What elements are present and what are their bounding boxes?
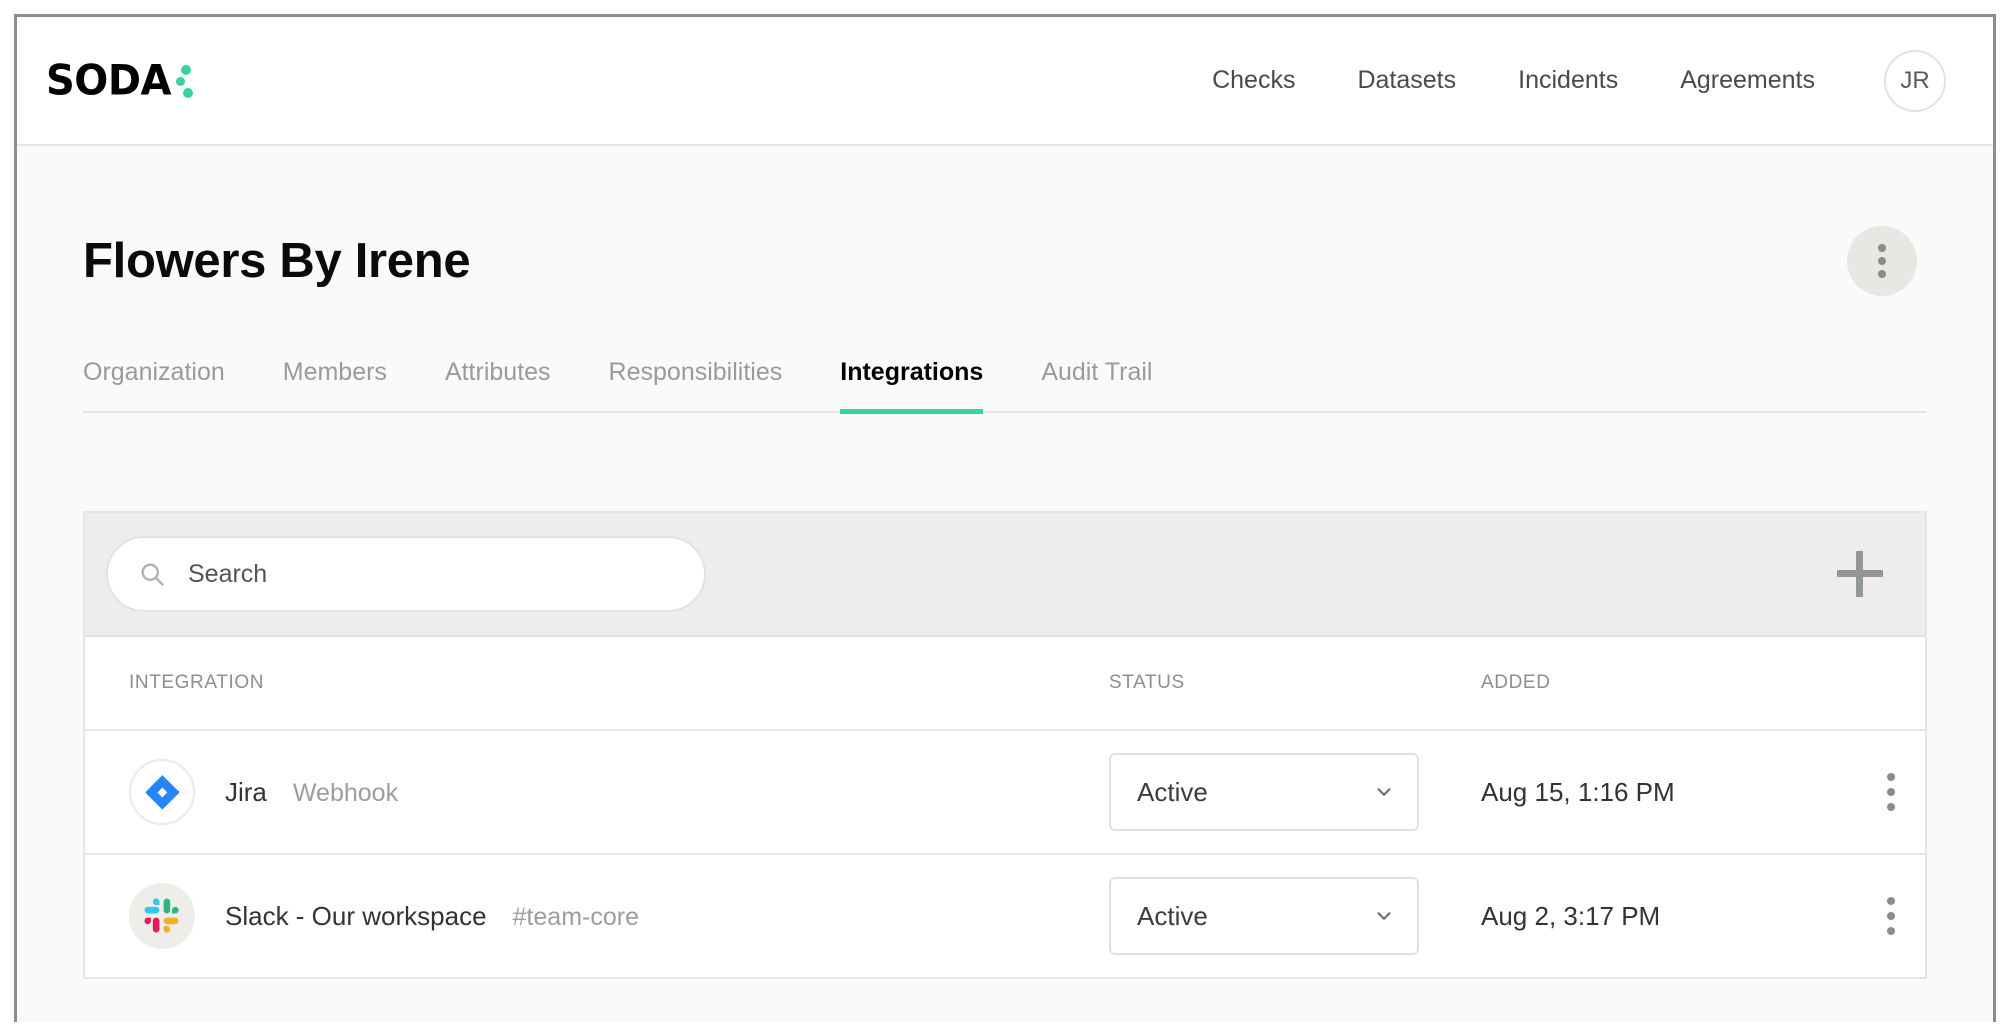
- nav-item-datasets[interactable]: Datasets: [1326, 56, 1487, 105]
- tab-members[interactable]: Members: [283, 348, 387, 414]
- row-actions-cell: [1871, 897, 1955, 935]
- integration-cell: Slack - Our workspace #team-core: [129, 883, 1109, 949]
- integrations-toolbar: [85, 513, 1925, 637]
- column-header-integration: INTEGRATION: [129, 672, 1109, 694]
- integration-cell: Jira Webhook: [129, 759, 1109, 825]
- tab-organization[interactable]: Organization: [83, 348, 225, 414]
- status-cell: Active: [1109, 877, 1481, 955]
- chevron-down-icon: [1373, 905, 1395, 927]
- page-title: Flowers By Irene: [83, 233, 470, 289]
- search-icon: [138, 560, 166, 588]
- row-overflow-menu-button[interactable]: [1871, 897, 1911, 935]
- added-date: Aug 2, 3:17 PM: [1481, 901, 1660, 931]
- status-cell: Active: [1109, 753, 1481, 831]
- integration-labels: Slack - Our workspace #team-core: [225, 901, 639, 932]
- main-nav: Checks Datasets Incidents Agreements: [1181, 56, 1846, 105]
- soda-dots-icon: [172, 64, 196, 98]
- search-box[interactable]: [106, 536, 706, 612]
- tab-bar: Organization Members Attributes Responsi…: [83, 348, 1927, 413]
- nav-item-checks[interactable]: Checks: [1181, 56, 1326, 105]
- column-header-added: ADDED: [1481, 672, 1871, 694]
- nav-item-agreements[interactable]: Agreements: [1649, 56, 1846, 105]
- integration-name: Jira: [225, 777, 267, 808]
- soda-logo-text: SODA: [46, 56, 171, 104]
- jira-logo-icon: [129, 759, 195, 825]
- row-overflow-menu-button[interactable]: [1871, 773, 1911, 811]
- page-body: Flowers By Irene Organization Members At…: [17, 146, 1993, 1020]
- column-header-status: STATUS: [1109, 672, 1481, 694]
- nav-item-incidents[interactable]: Incidents: [1487, 56, 1649, 105]
- avatar[interactable]: JR: [1884, 50, 1946, 112]
- soda-logo[interactable]: SODA: [46, 58, 196, 104]
- slack-logo-icon: [129, 883, 195, 949]
- integrations-card: INTEGRATION STATUS ADDED Jir: [83, 511, 1927, 979]
- integration-subtitle: Webhook: [293, 779, 398, 808]
- added-date: Aug 15, 1:16 PM: [1481, 777, 1675, 807]
- added-cell: Aug 2, 3:17 PM: [1481, 901, 1871, 932]
- table-header-row: INTEGRATION STATUS ADDED: [85, 637, 1925, 731]
- status-select[interactable]: Active: [1109, 877, 1419, 955]
- browser-window: SODA Checks Datasets Incidents Agreement…: [14, 14, 1996, 1022]
- tab-attributes[interactable]: Attributes: [445, 348, 551, 414]
- added-cell: Aug 15, 1:16 PM: [1481, 777, 1871, 808]
- tab-responsibilities[interactable]: Responsibilities: [609, 348, 783, 414]
- top-navigation-bar: SODA Checks Datasets Incidents Agreement…: [17, 17, 1993, 146]
- status-select-value: Active: [1137, 777, 1208, 808]
- integration-labels: Jira Webhook: [225, 777, 398, 808]
- table-row[interactable]: Slack - Our workspace #team-core Active …: [85, 855, 1925, 979]
- tab-integrations[interactable]: Integrations: [840, 348, 983, 414]
- integration-subtitle: #team-core: [513, 903, 639, 932]
- page-header: Flowers By Irene: [83, 146, 1927, 296]
- search-input[interactable]: [188, 560, 674, 589]
- tab-audit-trail[interactable]: Audit Trail: [1041, 348, 1152, 414]
- status-select[interactable]: Active: [1109, 753, 1419, 831]
- chevron-down-icon: [1373, 781, 1395, 803]
- row-actions-cell: [1871, 773, 1955, 811]
- table-row[interactable]: Jira Webhook Active Aug 15, 1:16 PM: [85, 731, 1925, 855]
- status-select-value: Active: [1137, 901, 1208, 932]
- add-integration-button[interactable]: [1837, 551, 1883, 597]
- integration-name: Slack - Our workspace: [225, 901, 487, 932]
- page-overflow-menu-button[interactable]: [1847, 226, 1917, 296]
